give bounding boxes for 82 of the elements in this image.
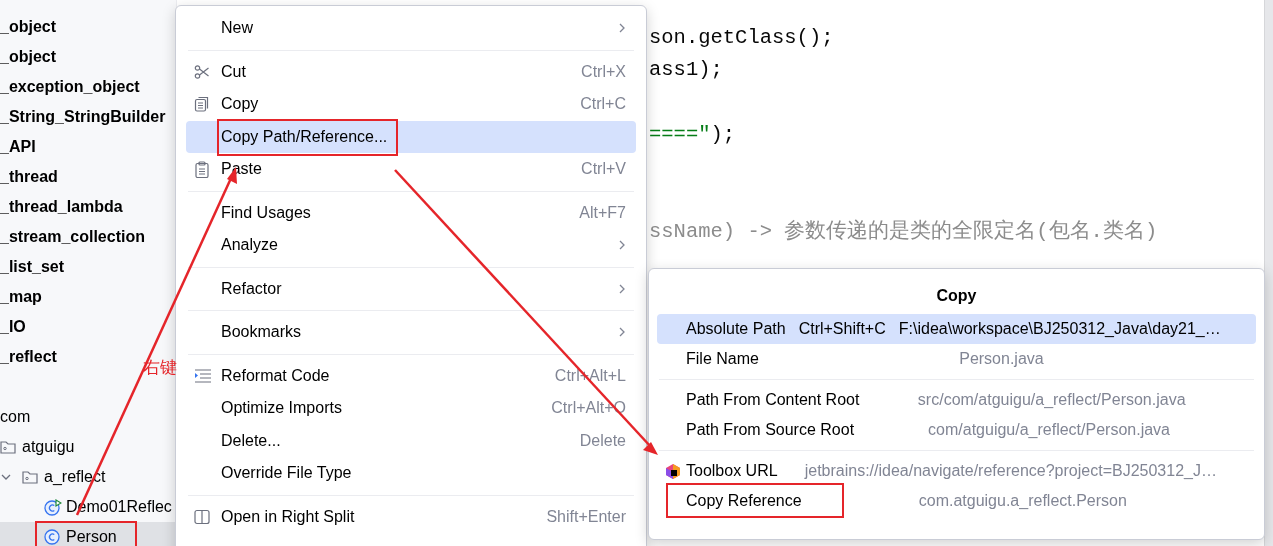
option-label: Path From Source Root: [686, 421, 855, 439]
option-label: File Name: [686, 350, 759, 368]
option-value: Person.java: [958, 350, 1045, 368]
option-value: jetbrains://idea/navigate/reference?project=BJ250312_J…: [803, 462, 1218, 480]
tree-item-label: com: [0, 408, 31, 426]
copy-option[interactable]: File Name Person.java: [657, 344, 1256, 374]
tree-item-label: _thread_lambda: [0, 198, 123, 216]
copy-option[interactable]: Toolbox URL jetbrains://idea/navigate/reference?project=BJ250312_J…: [657, 456, 1256, 486]
copy-icon: [194, 96, 210, 113]
tree-item[interactable]: _stream_collection: [0, 222, 176, 252]
popup-title: Copy: [935, 286, 978, 306]
tree-item-label: _object: [0, 18, 56, 36]
tree-item[interactable]: _String_StringBuilder: [0, 102, 176, 132]
tree-item-label: _map: [0, 288, 42, 306]
tree-item-label: _object: [0, 48, 56, 66]
menu-item[interactable]: Find Usages Alt+F7: [186, 196, 636, 229]
class-icon: [44, 529, 60, 545]
tree-item[interactable]: _object: [0, 12, 176, 42]
tree-item[interactable]: _map: [0, 282, 176, 312]
tree-item[interactable]: _list_set: [0, 252, 176, 282]
option-value: com.atguigu.a_reflect.Person: [917, 492, 1128, 510]
clipboard-icon: [194, 160, 210, 178]
menu-item[interactable]: New: [186, 12, 636, 45]
folder-icon: [0, 440, 16, 454]
menu-item[interactable]: Copy Path/Reference...: [186, 120, 636, 153]
menu-item[interactable]: Override File Type: [186, 457, 636, 490]
shortcut-label: Delete: [579, 431, 626, 450]
option-label: Toolbox URL: [686, 462, 778, 480]
annotation-text: 右键: [143, 356, 177, 379]
menu-item[interactable]: Copy Ctrl+C: [186, 88, 636, 121]
code-line: son.getClass();: [649, 25, 835, 51]
hexagon-logo-icon: [665, 462, 681, 480]
code-line: ssName) -> 参数传递的是类的全限定名(包名.类名): [649, 218, 1159, 246]
menu-item[interactable]: Paste Ctrl+V: [186, 153, 636, 186]
tree-item-label: _list_set: [0, 258, 65, 276]
tree-item-label: _thread: [0, 168, 58, 186]
shortcut-label: Ctrl+C: [580, 95, 626, 114]
shortcut-label: Ctrl+Shift+C: [798, 320, 886, 338]
menu-item[interactable]: Open in Right Split Shift+Enter: [186, 500, 636, 533]
menu-item[interactable]: Bookmarks: [186, 316, 636, 349]
menu-item[interactable]: Refactor: [186, 272, 636, 305]
copy-option[interactable]: Path From Content Root src/com/atguigu/a_reflect/Person.java: [657, 385, 1256, 415]
tree-item-label: _exception_object: [0, 78, 140, 96]
copy-option[interactable]: Path From Source Root com/atguigu/a_reflect/Person.java: [657, 415, 1256, 445]
code-line: ====");: [649, 122, 737, 149]
option-value: src/com/atguigu/a_reflect/Person.java: [916, 391, 1187, 409]
option-value: F:\idea\workspace\BJ250312_Java\day21_…: [898, 320, 1222, 338]
code-line: ass1);: [649, 57, 724, 84]
tree-item-label: _IO: [0, 318, 26, 336]
tree-item-label: Person: [66, 528, 117, 546]
tree-item[interactable]: _API: [0, 132, 176, 162]
shortcut-label: Alt+F7: [579, 203, 626, 222]
tree-item-label: _String_StringBuilder: [0, 108, 166, 126]
tree-item[interactable]: _IO: [0, 312, 176, 342]
option-label: Path From Content Root: [686, 391, 860, 409]
menu-item[interactable]: Delete... Delete: [186, 424, 636, 457]
indent-icon: [194, 368, 212, 383]
option-value: com/atguigu/a_reflect/Person.java: [927, 421, 1171, 439]
tree-item[interactable]: atguigu: [0, 432, 176, 462]
tree-item[interactable]: _object: [0, 42, 176, 72]
tree-item[interactable]: _thread_lambda: [0, 192, 176, 222]
option-label: Absolute Path: [686, 320, 786, 338]
folder-icon: [22, 470, 38, 484]
scrollbar[interactable]: [1264, 0, 1273, 546]
tree-item[interactable]: com: [0, 402, 176, 432]
option-label: Copy Reference: [686, 492, 802, 510]
tree-item-label: _API: [0, 138, 36, 156]
copy-option[interactable]: Absolute Path Ctrl+Shift+C F:\idea\workspace\BJ250312_Java\day21_…: [657, 314, 1256, 344]
copy-option[interactable]: Copy Reference com.atguigu.a_reflect.Person: [657, 486, 1256, 516]
tree-item[interactable]: _thread: [0, 162, 176, 192]
runnable-class-icon: [44, 498, 62, 516]
split-view-icon: [194, 508, 210, 525]
menu-item[interactable]: Cut Ctrl+X: [186, 55, 636, 88]
shortcut-label: Ctrl+X: [581, 62, 626, 81]
tree-item-label: _stream_collection: [0, 228, 145, 246]
scissors-icon: [194, 63, 210, 80]
shortcut-label: Ctrl+V: [581, 160, 626, 179]
shortcut-label: Shift+Enter: [546, 507, 626, 526]
tree-item[interactable]: _exception_object: [0, 72, 176, 102]
menu-item[interactable]: Analyze: [186, 229, 636, 262]
tree-item[interactable]: Person: [0, 522, 176, 546]
tree-item-label: atguigu: [22, 438, 75, 456]
